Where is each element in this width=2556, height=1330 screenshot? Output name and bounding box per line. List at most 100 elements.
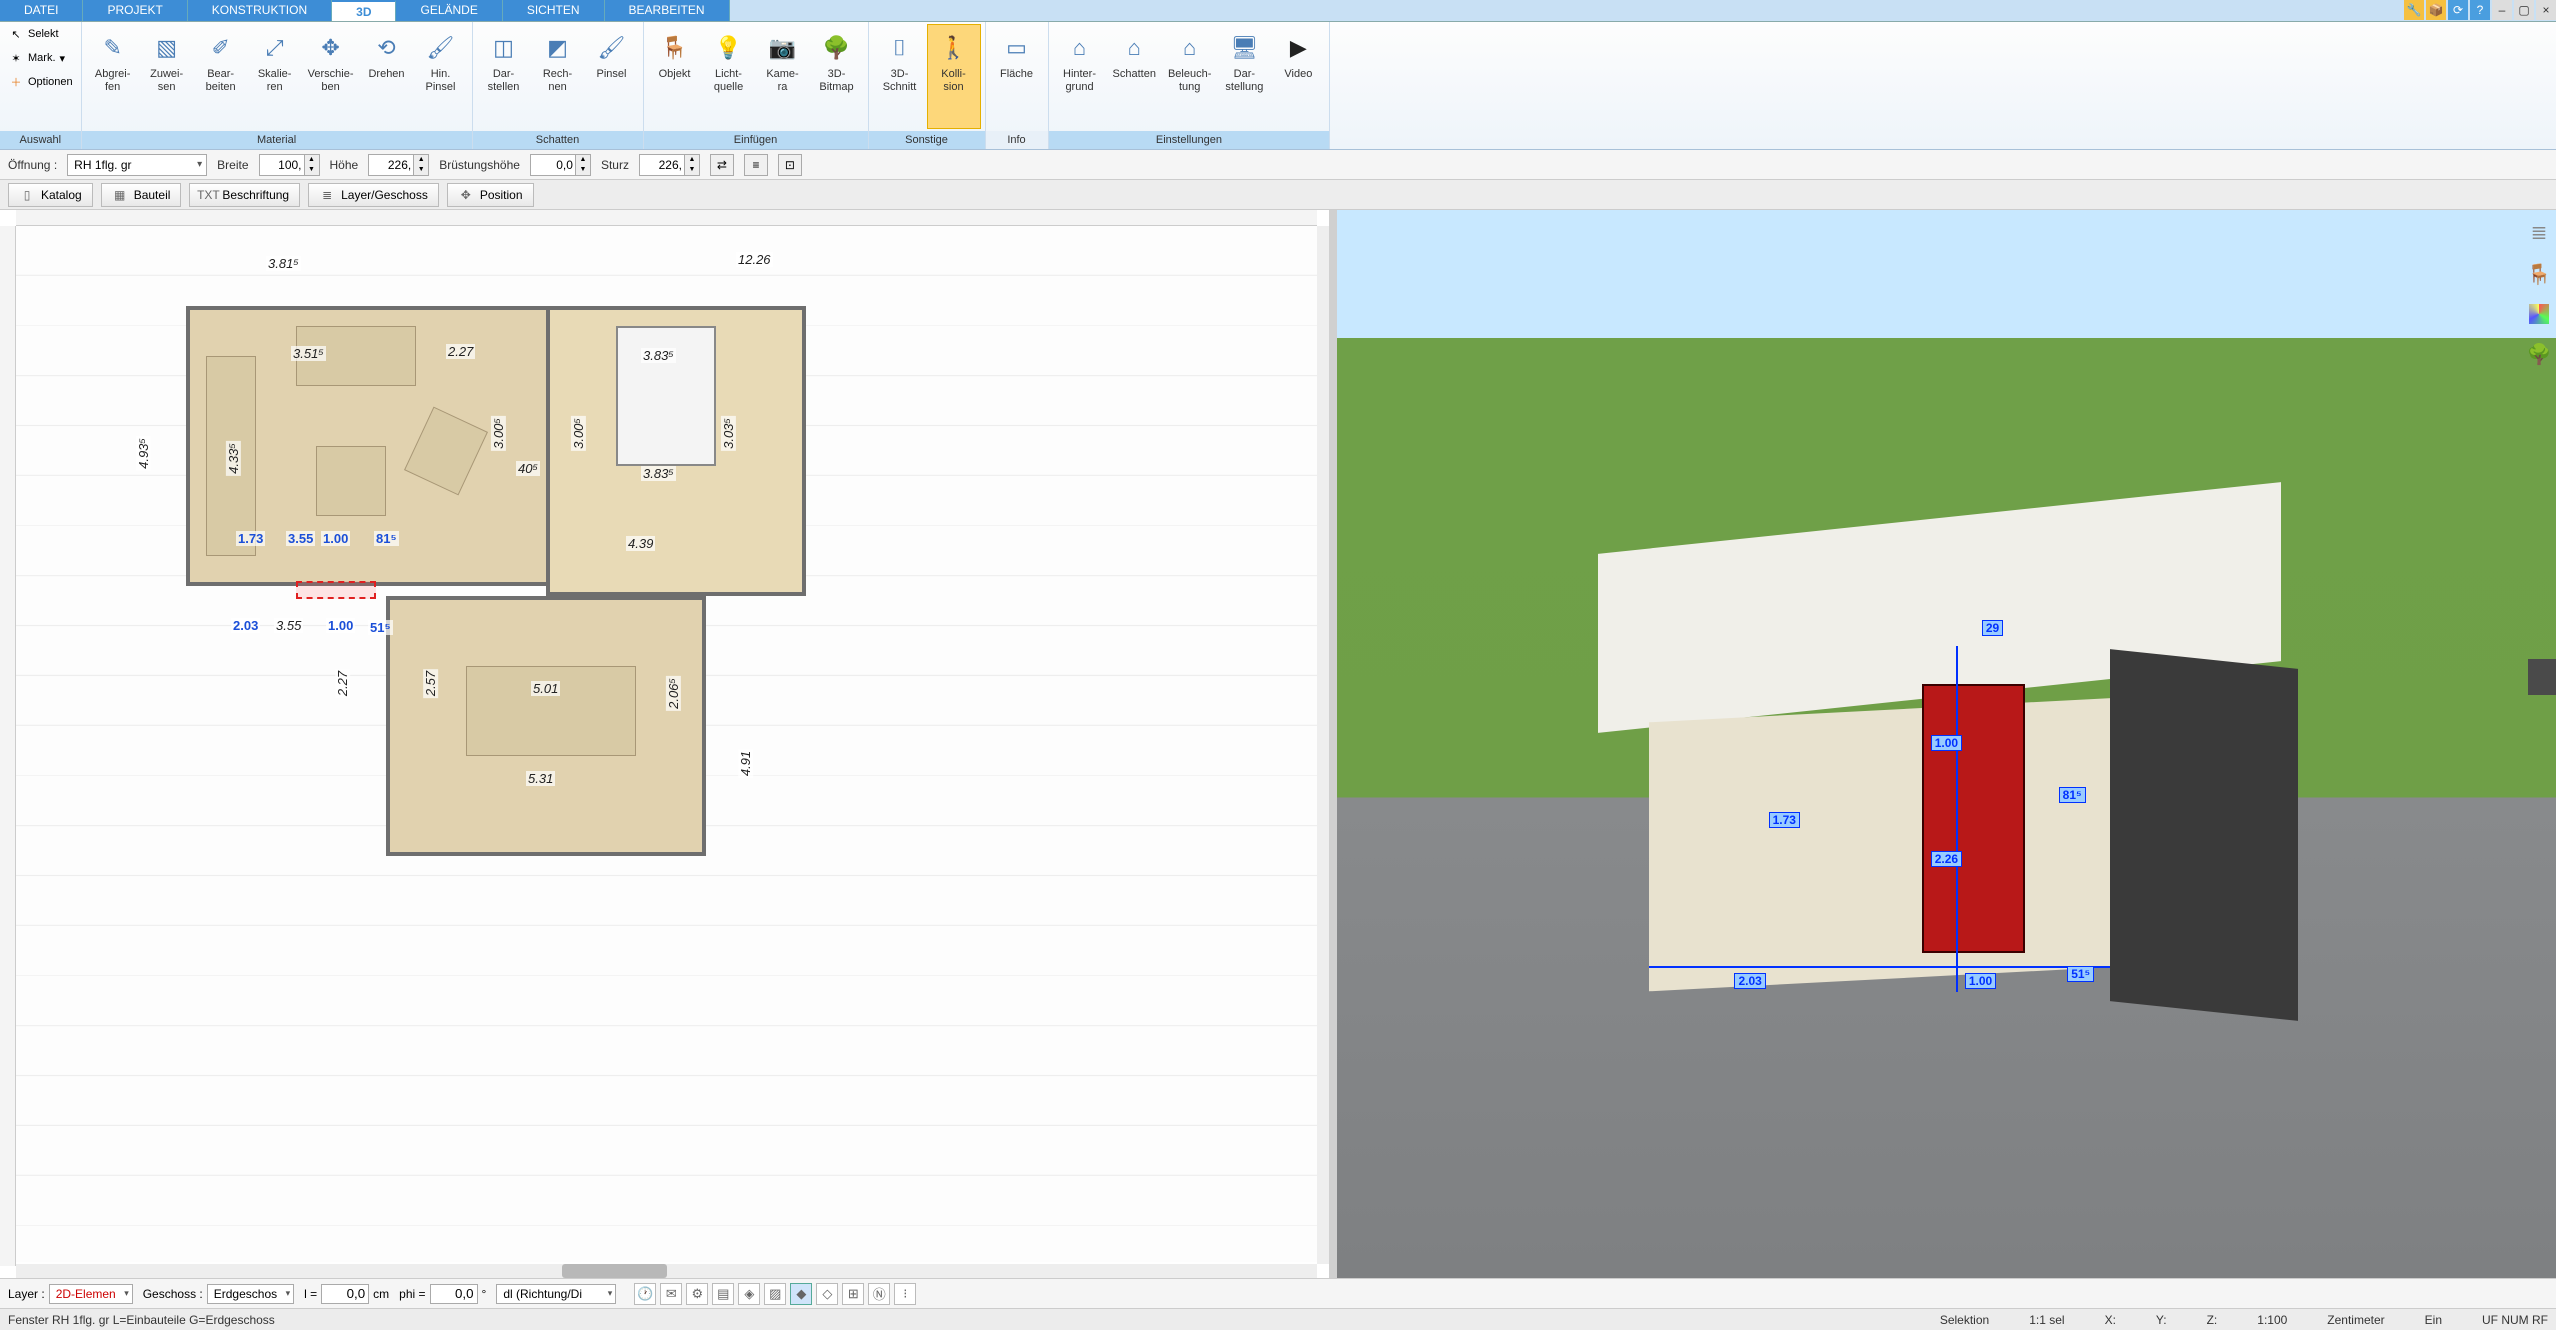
opening-combo[interactable]: RH 1flg. gr — [67, 154, 207, 176]
snap2-icon[interactable]: ◇ — [816, 1283, 838, 1305]
group-title-other: Sonstige — [869, 131, 985, 149]
direction-combo[interactable]: dl (Richtung/Di — [496, 1284, 616, 1304]
phi-label: phi = — [399, 1287, 425, 1301]
annotation-button[interactable]: TXTBeschriftung — [189, 183, 300, 207]
properties-bar: Öffnung : RH 1flg. gr Breite ▲▼ Höhe ▲▼ … — [0, 150, 2556, 180]
spin-down[interactable]: ▼ — [305, 165, 319, 175]
secondary-toolbar: ▯Katalog ▦Bauteil TXTBeschriftung ≣Layer… — [0, 180, 2556, 210]
phi-input[interactable] — [430, 1284, 478, 1304]
dim3d: 2.03 — [1734, 973, 1765, 989]
insert-3dbitmap-button[interactable]: 🌳3D-Bitmap — [810, 24, 864, 129]
stack-icon[interactable]: ▤ — [712, 1283, 734, 1305]
perspective-view-3d[interactable]: 29 81⁵ 2.26 1.00 2.03 1.00 51⁵ 1.73 ≣ 🪑 … — [1337, 210, 2556, 1278]
tree-palette-icon[interactable]: 🌳 — [2527, 342, 2551, 366]
tab-3d[interactable]: 3D — [332, 0, 396, 21]
shadow-settings-button[interactable]: ⌂Schatten — [1107, 24, 1162, 129]
material-assign-button[interactable]: ▧Zuwei-sen — [140, 24, 194, 129]
collision-button[interactable]: 🚶Kolli-sion — [927, 24, 981, 129]
background-button[interactable]: ⌂Hinter-grund — [1053, 24, 1107, 129]
select-button[interactable]: ↖Selekt — [4, 24, 77, 44]
furniture-palette-icon[interactable]: 🪑 — [2527, 262, 2551, 286]
spin-up[interactable]: ▲ — [305, 155, 319, 165]
shadow-show-button[interactable]: ◫Dar-stellen — [477, 24, 531, 129]
scrollbar-horizontal[interactable] — [16, 1264, 1317, 1278]
display-button[interactable]: 🖥Dar-stellung — [1217, 24, 1271, 129]
layers-palette-icon[interactable]: ≣ — [2527, 220, 2551, 244]
minimize-button[interactable]: – — [2492, 0, 2512, 20]
insert-camera-button[interactable]: 📷Kame-ra — [756, 24, 810, 129]
dim: 3.55 — [274, 618, 303, 633]
layer-combo[interactable]: 2D-Elemen — [49, 1284, 133, 1304]
align-icon[interactable]: ≡ — [744, 154, 768, 176]
tab-views[interactable]: SICHTEN — [503, 0, 605, 21]
tab-edit[interactable]: BEARBEITEN — [605, 0, 730, 21]
reload-icon[interactable]: ⟳ — [2448, 0, 2468, 20]
area-button[interactable]: ▭Fläche — [990, 24, 1044, 129]
maximize-button[interactable]: ▢ — [2514, 0, 2534, 20]
material-brush-button[interactable]: 🖌Hin.Pinsel — [414, 24, 468, 129]
shadow-calc-button[interactable]: ◩Rech-nen — [531, 24, 585, 129]
length-input[interactable] — [321, 1284, 369, 1304]
clock-icon[interactable]: 🕐 — [634, 1283, 656, 1305]
plan-canvas[interactable]: 3.81⁵ 12.26 4.93⁵ 3.51⁵ 2.27 4.33⁵ 3.00⁵… — [16, 226, 1317, 1262]
storey-combo[interactable]: Erdgeschos — [207, 1284, 294, 1304]
shadow-brush-button[interactable]: 🖌Pinsel — [585, 24, 639, 129]
lighting-button[interactable]: ⌂Beleuch-tung — [1162, 24, 1217, 129]
video-button[interactable]: ▶Video — [1271, 24, 1325, 129]
material-scale-button[interactable]: ⤢Skalie-ren — [248, 24, 302, 129]
width-input[interactable]: ▲▼ — [259, 154, 320, 176]
layer-storey-button[interactable]: ≣Layer/Geschoss — [308, 183, 439, 207]
material-rotate-button[interactable]: ⟲Drehen — [360, 24, 414, 129]
opening-label: Öffnung : — [8, 158, 57, 172]
snap-icon[interactable]: ◆ — [790, 1283, 812, 1305]
status-ein: Ein — [2425, 1313, 2442, 1327]
options-button[interactable]: ＋Optionen — [4, 72, 77, 92]
color-palette-icon[interactable] — [2529, 304, 2549, 324]
tool-icon[interactable]: 🔧 — [2404, 0, 2424, 20]
info-icon[interactable]: ⁝ — [894, 1283, 916, 1305]
parapet-input[interactable]: ▲▼ — [530, 154, 591, 176]
mail-icon[interactable]: ✉ — [660, 1283, 682, 1305]
material-pick-button[interactable]: ✎Abgrei-fen — [86, 24, 140, 129]
selected-door[interactable] — [296, 581, 376, 599]
selected-door-3d[interactable] — [1922, 684, 2024, 953]
parapet-label: Brüstungshöhe — [439, 158, 520, 172]
dim: 12.26 — [736, 252, 773, 267]
mark-button[interactable]: ✶Mark.▾ — [4, 48, 77, 68]
material-move-button[interactable]: ✥Verschie-ben — [302, 24, 360, 129]
swap-icon[interactable]: ⇄ — [710, 154, 734, 176]
palette-handle[interactable] — [2528, 659, 2556, 695]
screen-icon[interactable]: ⊡ — [778, 154, 802, 176]
hatch-icon[interactable]: ▨ — [764, 1283, 786, 1305]
component-button[interactable]: ▦Bauteil — [101, 183, 182, 207]
tab-construction[interactable]: KONSTRUKTION — [188, 0, 332, 21]
position-button[interactable]: ✥Position — [447, 183, 534, 207]
height-input[interactable]: ▲▼ — [368, 154, 429, 176]
package-icon[interactable]: 📦 — [2426, 0, 2446, 20]
help-icon[interactable]: ? — [2470, 0, 2490, 20]
catalog-button[interactable]: ▯Katalog — [8, 183, 93, 207]
lintel-input[interactable]: ▲▼ — [639, 154, 700, 176]
plan-view-2d[interactable]: 3.81⁵ 12.26 4.93⁵ 3.51⁵ 2.27 4.33⁵ 3.00⁵… — [0, 210, 1329, 1278]
3d-section-button[interactable]: ⌷3D-Schnitt — [873, 24, 927, 129]
status-y: Y: — [2156, 1313, 2167, 1327]
pane-splitter[interactable] — [1329, 210, 1337, 1278]
insert-light-button[interactable]: 💡Licht-quelle — [702, 24, 756, 129]
north-icon[interactable]: Ⓝ — [868, 1283, 890, 1305]
grid-icon[interactable]: ⊞ — [842, 1283, 864, 1305]
scroll-thumb[interactable] — [562, 1264, 666, 1278]
gear-icon[interactable]: ⚙ — [686, 1283, 708, 1305]
play-icon: ▶ — [1282, 32, 1314, 64]
insert-object-button[interactable]: 🪑Objekt — [648, 24, 702, 129]
material-edit-button[interactable]: ✐Bear-beiten — [194, 24, 248, 129]
close-button[interactable]: × — [2536, 0, 2556, 20]
area-icon: ▭ — [1001, 32, 1033, 64]
tab-terrain[interactable]: GELÄNDE — [396, 0, 502, 21]
tab-project[interactable]: PROJEKT — [83, 0, 187, 21]
dim: 3.00⁵ — [571, 416, 586, 451]
diamond-icon[interactable]: ◈ — [738, 1283, 760, 1305]
text-icon: TXT — [200, 187, 216, 203]
tab-file[interactable]: DATEI — [0, 0, 83, 21]
dim: 2.06⁵ — [666, 676, 681, 711]
scrollbar-vertical[interactable] — [1317, 226, 1329, 1264]
